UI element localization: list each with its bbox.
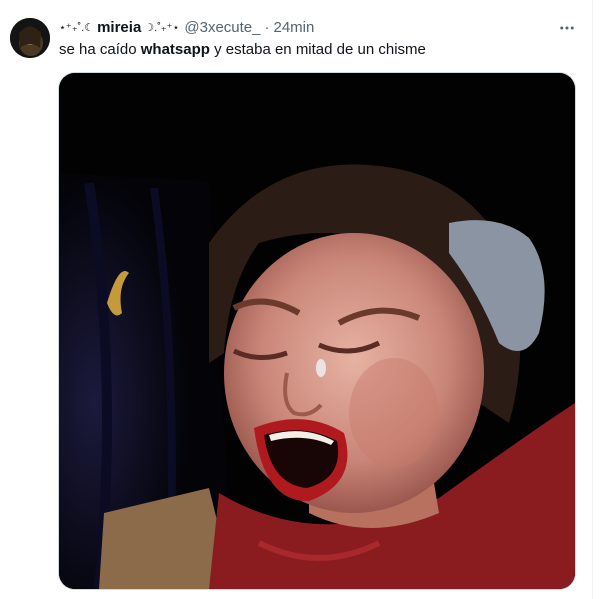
timeline-border (592, 0, 593, 599)
user-handle[interactable]: @3xecute_ (184, 19, 260, 37)
display-name[interactable]: mireia (97, 19, 141, 37)
name-decoration-left: ⋆⁺₊˚.☾ (59, 22, 95, 34)
tweet-media[interactable] (59, 73, 575, 589)
crying-woman-photo (59, 73, 575, 589)
tweet-text-after: y estaba en mitad de un chisme (209, 41, 426, 58)
tweet-header: ⋆⁺₊˚.☾ mireia ☽.˚₊⁺⋆ @3xecute_ · 24min (59, 19, 314, 37)
avatar[interactable] (10, 18, 50, 58)
more-options-button[interactable] (556, 17, 578, 39)
tweet-text: se ha caído whatsapp y estaba en mitad d… (59, 41, 426, 59)
avatar-image (10, 18, 50, 58)
tweet[interactable]: ⋆⁺₊˚.☾ mireia ☽.˚₊⁺⋆ @3xecute_ · 24min s… (0, 0, 609, 599)
separator-dot: · (264, 19, 270, 36)
more-horizontal-icon (560, 26, 574, 30)
timestamp[interactable]: 24min (274, 19, 315, 37)
name-decoration-right: ☽.˚₊⁺⋆ (144, 22, 180, 34)
tweet-text-bold: whatsapp (140, 41, 210, 58)
tweet-text-before: se ha caído (59, 41, 141, 58)
